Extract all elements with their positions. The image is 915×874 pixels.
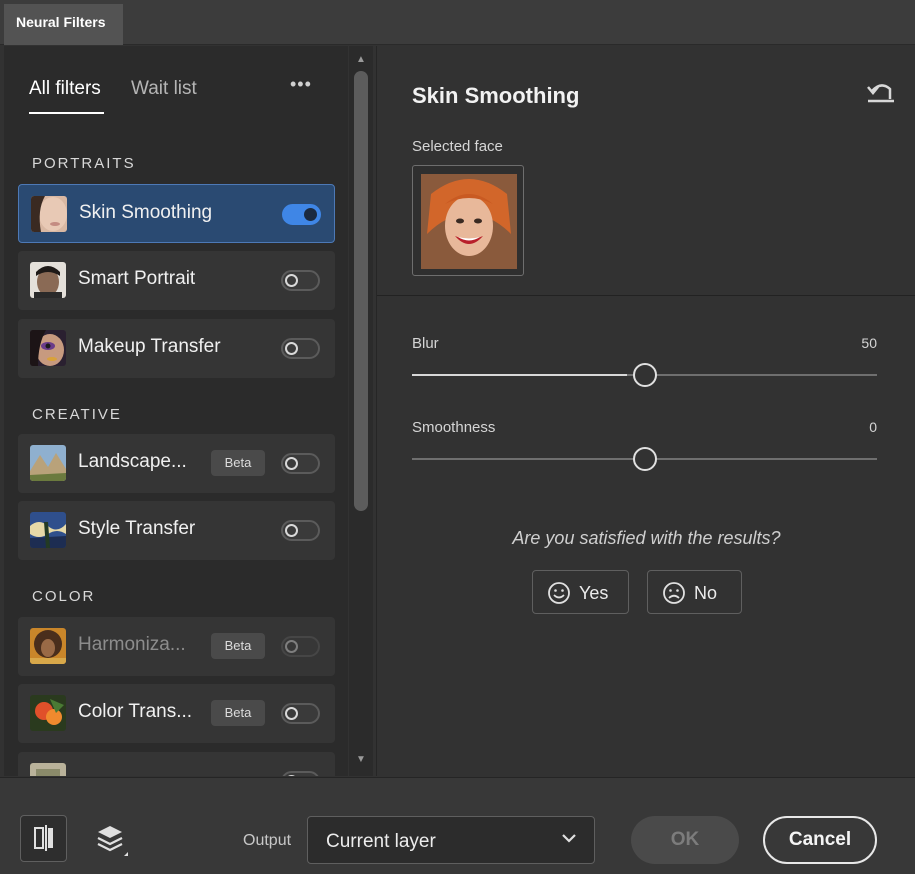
footer-bar: Output Current layer OK Cancel xyxy=(0,777,915,874)
filter-toggle-makeup-transfer[interactable] xyxy=(281,338,320,359)
panel-divider xyxy=(377,295,915,296)
filter-item-harmonization[interactable]: Harmoniza... Beta xyxy=(18,617,335,676)
blur-value: 50 xyxy=(861,335,877,351)
smoothness-value: 0 xyxy=(869,419,877,435)
output-label: Output xyxy=(243,832,292,849)
filter-item-style-transfer[interactable]: Style Transfer xyxy=(18,501,335,560)
blur-slider-handle[interactable] xyxy=(632,363,657,387)
beta-badge: Beta xyxy=(211,633,265,659)
face-image xyxy=(421,174,517,269)
blur-slider-fill xyxy=(412,374,627,376)
filter-label: Color Trans... xyxy=(78,701,193,722)
filter-label: Style Transfer xyxy=(78,518,196,539)
output-dropdown[interactable]: Current layer xyxy=(307,816,595,864)
colortransfer-thumb xyxy=(30,695,66,731)
filter-label: Skin Smoothing xyxy=(79,202,213,223)
tab-wait-list[interactable]: Wait list xyxy=(131,78,197,100)
harmonize-thumb xyxy=(30,628,66,664)
window-title-tab[interactable]: Neural Filters xyxy=(4,4,123,45)
layers-icon[interactable] xyxy=(94,822,130,858)
panel-title: Skin Smoothing xyxy=(412,83,580,108)
smoothness-label: Smoothness xyxy=(412,419,496,436)
blur-label: Blur xyxy=(412,335,439,352)
smile-icon xyxy=(548,582,570,604)
selected-face-label: Selected face xyxy=(412,138,503,155)
split-compare-icon[interactable] xyxy=(20,815,67,862)
filter-toggle-harmonization[interactable] xyxy=(281,636,320,657)
filter-item-makeup-transfer[interactable]: Makeup Transfer xyxy=(18,319,335,378)
cancel-button[interactable]: Cancel xyxy=(763,816,877,864)
title-bar: Neural Filters xyxy=(0,0,915,45)
more-horizontal-icon[interactable]: ••• xyxy=(290,74,312,95)
ok-button[interactable]: OK xyxy=(631,816,739,864)
style-thumb xyxy=(30,512,66,548)
filters-sidebar: All filters Wait list ••• PORTRAITS Skin… xyxy=(4,46,348,776)
filter-item-color-transfer[interactable]: Color Trans... Beta xyxy=(18,684,335,743)
makeup-thumb xyxy=(30,330,66,366)
tab-all-filters[interactable]: All filters xyxy=(29,78,101,100)
chevron-down-icon xyxy=(562,834,576,843)
filter-toggle-color-transfer[interactable] xyxy=(281,703,320,724)
blur-slider[interactable] xyxy=(412,363,877,387)
smoothness-slider-handle[interactable] xyxy=(632,447,657,471)
undo-icon[interactable] xyxy=(866,79,896,105)
filter-toggle-landscape-mixer[interactable] xyxy=(281,453,320,474)
feedback-no-button[interactable]: No xyxy=(647,570,742,614)
feedback-yes-label: Yes xyxy=(579,583,609,603)
filter-toggle-smart-portrait[interactable] xyxy=(281,270,320,291)
feedback-no-label: No xyxy=(694,583,718,603)
active-tab-indicator xyxy=(29,112,104,114)
scroll-down-arrow-icon[interactable]: ▼ xyxy=(356,754,366,765)
filter-item-smart-portrait[interactable]: Smart Portrait xyxy=(18,251,335,310)
smoothness-slider[interactable] xyxy=(412,447,877,471)
filter-item-skin-smoothing[interactable]: Skin Smoothing xyxy=(18,184,335,243)
filter-label: Harmoniza... xyxy=(78,634,186,655)
skin-thumb xyxy=(31,196,67,232)
section-title-color: COLOR xyxy=(32,588,96,605)
partial-thumb xyxy=(30,763,66,776)
section-title-portraits: PORTRAITS xyxy=(32,155,136,172)
landscape-thumb xyxy=(30,445,66,481)
selected-face-thumbnail[interactable] xyxy=(412,165,524,276)
frown-icon xyxy=(663,582,685,604)
filter-settings-panel: Skin Smoothing Selected face Blur 50 Smo… xyxy=(376,46,915,776)
beta-badge: Beta xyxy=(211,700,265,726)
feedback-yes-button[interactable]: Yes xyxy=(532,570,629,614)
filter-toggle-style-transfer[interactable] xyxy=(281,520,320,541)
filter-label: Smart Portrait xyxy=(78,268,196,289)
portrait-thumb xyxy=(30,262,66,298)
filter-item-landscape-mixer[interactable]: Landscape... Beta xyxy=(18,434,335,493)
output-value: Current layer xyxy=(326,831,436,852)
sidebar-scrollbar[interactable]: ▲ ▼ xyxy=(349,46,373,776)
beta-badge: Beta xyxy=(211,450,265,476)
filter-label: Makeup Transfer xyxy=(78,336,221,357)
filter-label: Landscape... xyxy=(78,451,187,472)
filter-item-partial[interactable] xyxy=(18,752,335,776)
filter-toggle-skin-smoothing[interactable] xyxy=(282,204,321,225)
scroll-thumb[interactable] xyxy=(354,71,368,511)
filter-toggle-partial[interactable] xyxy=(281,771,320,776)
scroll-up-arrow-icon[interactable]: ▲ xyxy=(356,54,366,65)
feedback-question: Are you satisfied with the results? xyxy=(512,528,781,548)
section-title-creative: CREATIVE xyxy=(32,406,122,423)
